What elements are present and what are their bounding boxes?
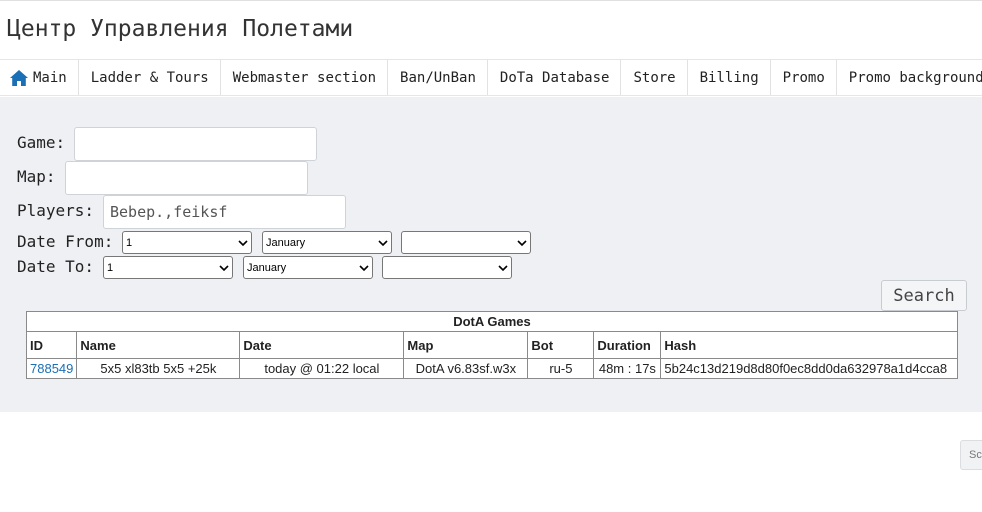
table-header-row: ID Name Date Map Bot Duration Hash: [25, 331, 958, 359]
search-button[interactable]: Search: [881, 280, 967, 311]
nav-item-label: Main: [33, 69, 67, 86]
cell-map: DotA v6.83sf.w3x: [403, 358, 529, 379]
col-header-id: ID: [25, 331, 78, 359]
nav-item-label: Ladder & Tours: [90, 69, 209, 86]
col-header-date: Date: [239, 331, 405, 359]
nav-item-webmaster[interactable]: Webmaster section: [221, 60, 389, 95]
chevron-down-icon: [378, 239, 388, 246]
col-header-name: Name: [76, 331, 241, 359]
nav-item-promo-background[interactable]: Promo background: [837, 60, 982, 95]
players-label: Players:: [17, 201, 95, 220]
date-to-month-select[interactable]: January: [243, 256, 373, 279]
nav-item-label: Ban/UnBan: [400, 69, 476, 86]
date-to-year-select[interactable]: [382, 256, 512, 279]
chevron-down-icon: [238, 239, 248, 246]
table-caption: DotA Games: [26, 311, 958, 332]
nav-item-label: DoTa Database: [499, 69, 610, 86]
col-header-map: Map: [403, 331, 529, 359]
nav-item-promo[interactable]: Promo: [771, 60, 837, 95]
nav-item-ban-unban[interactable]: Ban/UnBan: [388, 60, 488, 95]
nav-item-ladder-tours[interactable]: Ladder & Tours: [79, 60, 221, 95]
players-input[interactable]: [103, 195, 346, 229]
table-row: 788549 5x5 xl83tb 5x5 +25k today @ 01:22…: [25, 358, 958, 379]
nav-item-store[interactable]: Store: [621, 60, 688, 95]
nav-item-dota-database[interactable]: DoTa Database: [488, 60, 622, 95]
date-to-label: Date To:: [17, 257, 95, 276]
game-id-link[interactable]: 788549: [30, 361, 73, 376]
cell-duration: 48m : 17s: [593, 358, 662, 379]
col-header-duration: Duration: [593, 331, 662, 359]
select-value: 1: [126, 236, 133, 249]
nav-item-billing[interactable]: Billing: [688, 60, 771, 95]
cell-hash: 5b24c13d219d8d80f0ec8dd0da632978a1d4cca8: [660, 358, 958, 379]
cell-name: 5x5 xl83tb 5x5 +25k: [76, 358, 241, 379]
chevron-down-icon: [498, 264, 508, 271]
date-to-day-select[interactable]: 1: [103, 256, 233, 279]
chevron-down-icon: [359, 264, 369, 271]
game-input[interactable]: [74, 127, 317, 161]
nav-item-label: Store: [633, 69, 676, 86]
col-header-hash: Hash: [660, 331, 958, 359]
nav-item-label: Webmaster section: [232, 69, 377, 86]
game-label: Game:: [17, 133, 66, 152]
site-title: Центр Управления Полетами: [7, 16, 354, 42]
corner-tab[interactable]: Sc: [960, 440, 982, 470]
select-value: January: [247, 261, 287, 274]
top-border: [0, 0, 982, 1]
cell-date: today @ 01:22 local: [239, 358, 405, 379]
chevron-down-icon: [517, 239, 527, 246]
col-header-bot: Bot: [527, 331, 595, 359]
home-icon: [9, 69, 29, 87]
chevron-down-icon: [219, 264, 229, 271]
nav-item-main[interactable]: Main: [0, 60, 79, 95]
date-from-label: Date From:: [17, 232, 114, 251]
date-from-month-select[interactable]: January: [262, 231, 392, 254]
table-caption-row: DotA Games: [26, 311, 958, 332]
nav-item-label: Billing: [699, 69, 759, 86]
map-input[interactable]: [65, 161, 308, 195]
map-label: Map:: [17, 167, 56, 186]
select-value: 1: [107, 261, 114, 274]
cell-id: 788549: [25, 358, 78, 379]
date-from-year-select[interactable]: [401, 231, 531, 254]
nav-item-label: Promo background: [848, 69, 982, 86]
cell-bot: ru-5: [527, 358, 595, 379]
main-nav: Main Ladder & Tours Webmaster section Ba…: [0, 59, 982, 96]
select-value: January: [266, 236, 306, 249]
search-panel: Game: Map: Players: Date From: 1 January…: [0, 97, 982, 412]
date-from-day-select[interactable]: 1: [122, 231, 252, 254]
games-table: DotA Games ID Name Date Map Bot Duration…: [25, 311, 958, 379]
nav-item-label: Promo: [782, 69, 825, 86]
